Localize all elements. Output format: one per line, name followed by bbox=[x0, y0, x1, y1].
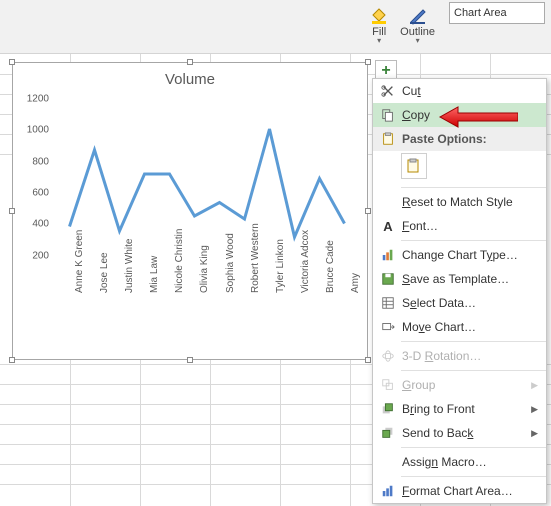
context-menu: Cut Copy Paste Options: Reset to Match S… bbox=[372, 78, 547, 504]
menu-item-move-chart[interactable]: Move Chart… bbox=[373, 315, 546, 339]
chart-type-icon bbox=[377, 246, 399, 264]
rotation-3d-icon bbox=[377, 347, 399, 365]
menu-item-format-chart-area[interactable]: Format Chart Area… bbox=[373, 479, 546, 503]
paint-bucket-icon bbox=[368, 4, 390, 26]
submenu-arrow-icon: ▶ bbox=[531, 404, 538, 415]
send-back-icon bbox=[377, 424, 399, 442]
chart-element-selector[interactable] bbox=[449, 2, 545, 24]
menu-item-3d-rotation: 3-D Rotation… bbox=[373, 344, 546, 368]
paste-option-default[interactable] bbox=[401, 153, 427, 179]
menu-label: Change Chart Type… bbox=[402, 248, 538, 262]
menu-label: Move Chart… bbox=[402, 320, 538, 334]
menu-label: Format Chart Area… bbox=[402, 484, 538, 498]
format-chart-icon bbox=[377, 482, 399, 500]
menu-item-select-data[interactable]: Select Data… bbox=[373, 291, 546, 315]
menu-label: Copy bbox=[402, 108, 538, 122]
group-icon bbox=[377, 376, 399, 394]
menu-header-paste-options: Paste Options: bbox=[373, 127, 546, 151]
pen-outline-icon bbox=[407, 4, 429, 26]
menu-item-save-template[interactable]: Save as Template… bbox=[373, 267, 546, 291]
y-tick-label: 800 bbox=[13, 156, 49, 167]
menu-item-cut[interactable]: Cut bbox=[373, 79, 546, 103]
reset-icon bbox=[377, 193, 399, 211]
move-chart-icon bbox=[377, 318, 399, 336]
menu-label: Reset to Match Style bbox=[402, 195, 538, 209]
macro-icon bbox=[377, 453, 399, 471]
copy-icon bbox=[377, 106, 399, 124]
save-template-icon bbox=[377, 270, 399, 288]
menu-label: Bring to Front bbox=[402, 402, 531, 416]
menu-label: Send to Back bbox=[402, 426, 531, 440]
menu-label: Group bbox=[402, 378, 531, 392]
menu-label: Font… bbox=[402, 219, 538, 233]
ribbon-group: Fill ▾ Outline ▾ bbox=[364, 2, 545, 53]
paste-options-row bbox=[373, 151, 546, 185]
menu-label: Paste Options: bbox=[402, 132, 538, 146]
bring-front-icon bbox=[377, 400, 399, 418]
menu-item-copy[interactable]: Copy bbox=[373, 103, 546, 127]
submenu-arrow-icon: ▶ bbox=[531, 380, 538, 391]
embedded-chart[interactable]: Volume + 20040060080010001200Anne K Gree… bbox=[12, 62, 368, 360]
menu-item-assign-macro[interactable]: Assign Macro… bbox=[373, 450, 546, 474]
menu-item-bring-to-front[interactable]: Bring to Front ▶ bbox=[373, 397, 546, 421]
chevron-down-icon: ▾ bbox=[416, 36, 420, 45]
select-data-icon bbox=[377, 294, 399, 312]
scissors-icon bbox=[377, 82, 399, 100]
menu-label: Assign Macro… bbox=[402, 455, 538, 469]
y-tick-label: 1200 bbox=[13, 94, 49, 105]
chart-title[interactable]: Volume bbox=[13, 63, 367, 92]
y-tick-label: 200 bbox=[13, 250, 49, 261]
y-tick-label: 1000 bbox=[13, 125, 49, 136]
menu-item-change-chart-type[interactable]: Change Chart Type… bbox=[373, 243, 546, 267]
submenu-arrow-icon: ▶ bbox=[531, 428, 538, 439]
fill-button[interactable]: Fill ▾ bbox=[364, 2, 394, 47]
menu-item-font[interactable]: A Font… bbox=[373, 214, 546, 238]
clipboard-icon bbox=[377, 130, 399, 148]
font-icon: A bbox=[377, 217, 399, 235]
menu-item-group: Group ▶ bbox=[373, 373, 546, 397]
y-tick-label: 400 bbox=[13, 219, 49, 230]
menu-label: Select Data… bbox=[402, 296, 538, 310]
chevron-down-icon: ▾ bbox=[377, 36, 381, 45]
menu-item-send-to-back[interactable]: Send to Back ▶ bbox=[373, 421, 546, 445]
outline-button[interactable]: Outline ▾ bbox=[396, 2, 439, 47]
menu-item-reset[interactable]: Reset to Match Style bbox=[373, 190, 546, 214]
menu-label: 3-D Rotation… bbox=[402, 349, 538, 363]
y-tick-label: 600 bbox=[13, 188, 49, 199]
menu-label: Save as Template… bbox=[402, 272, 538, 286]
ribbon-toolbar: Fill ▾ Outline ▾ bbox=[0, 0, 551, 54]
menu-label: Cut bbox=[402, 84, 538, 98]
